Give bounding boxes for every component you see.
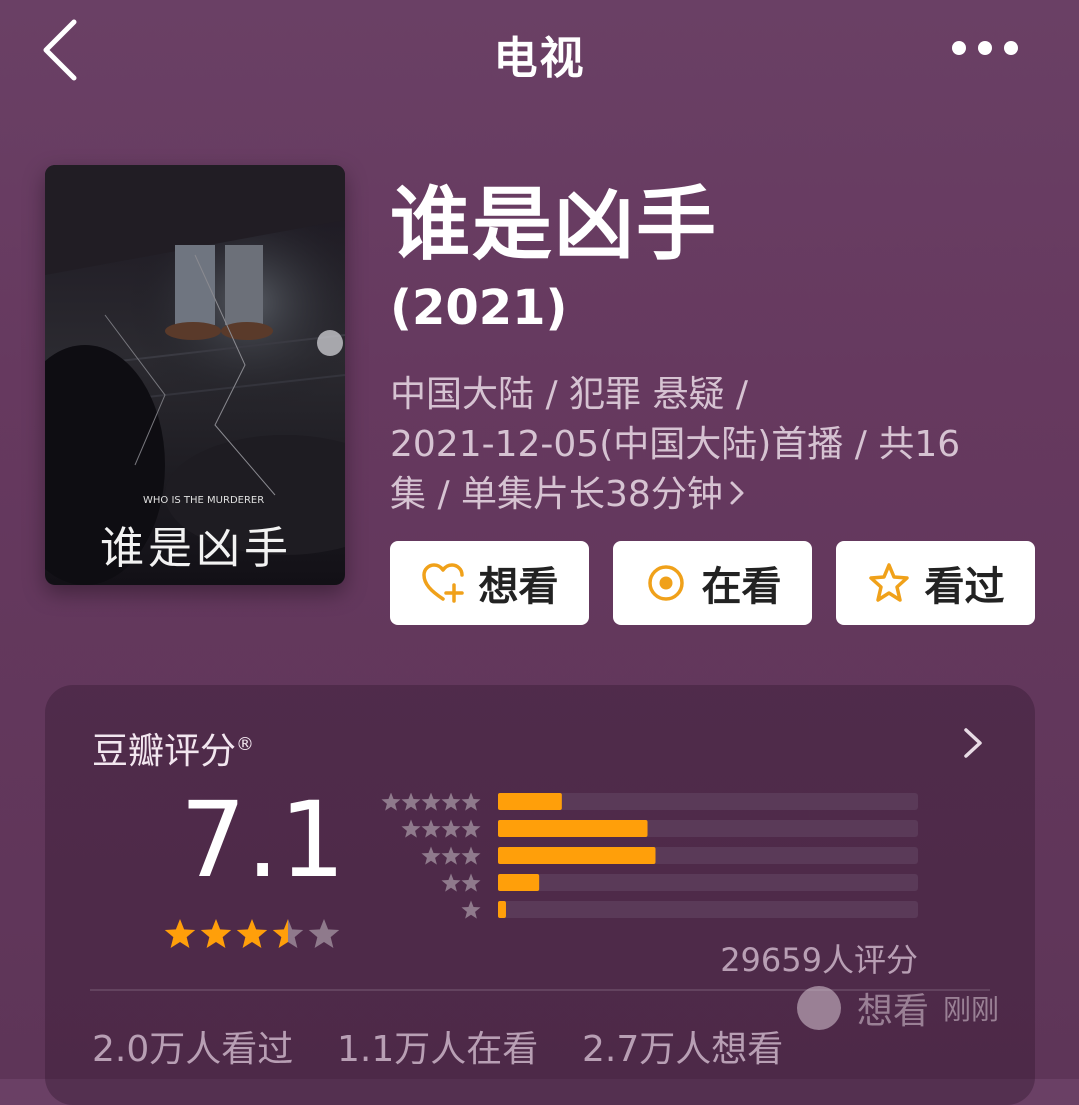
rating-title-text: 豆瓣评分: [92, 731, 237, 772]
rating-bar-4星: [498, 820, 648, 837]
row-star: [441, 793, 461, 811]
row-star: [461, 846, 481, 865]
chevron-right-icon[interactable]: [961, 725, 985, 761]
watching-label: 在看: [701, 564, 782, 610]
poster[interactable]: WHO IS THE MURDERER 谁是凶手: [45, 165, 345, 585]
toast-text: 想看: [857, 991, 930, 1032]
row-star: [461, 793, 481, 811]
want-to-watch-label: 想看: [478, 564, 559, 610]
poster-image: WHO IS THE MURDERER 谁是凶手: [45, 165, 345, 585]
row-star: [421, 819, 441, 838]
score-star: [200, 919, 232, 948]
meta-line: 集 / 单集片长38分钟: [390, 474, 723, 515]
rating-title: 豆瓣评分®: [92, 723, 254, 774]
target-icon: [647, 565, 684, 601]
rating-card[interactable]: 豆瓣评分® 7.1 29659人评分 2.0万人看过 1.1万人在看 2.7万人…: [45, 685, 1035, 1105]
movie-meta[interactable]: 中国大陆 / 犯罪 悬疑 / 2021-12-05(中国大陆)首播 / 共16 …: [390, 370, 1040, 520]
bar-track: [498, 874, 918, 891]
row-star: [461, 900, 481, 919]
row-star: [461, 873, 481, 892]
toast-time: 刚刚: [943, 993, 1000, 1026]
page-title: 电视: [493, 33, 586, 84]
row-star: [441, 846, 461, 865]
row-star: [461, 819, 481, 838]
row-star: [421, 846, 441, 865]
watching-button[interactable]: 在看: [613, 541, 812, 625]
row-star: [441, 819, 461, 838]
rating-count: 29659人评分: [720, 941, 918, 979]
watched-button[interactable]: 看过: [836, 541, 1035, 625]
top-bar: 电视: [0, 0, 1079, 100]
rating-bar-2星: [498, 874, 540, 891]
avatar: [797, 986, 841, 1030]
rating-bar-5星: [498, 793, 562, 810]
star-outline-icon: [868, 563, 909, 602]
row-star: [401, 793, 421, 811]
score-stars: [164, 919, 340, 948]
row-star: [441, 873, 461, 892]
watched-label: 看过: [924, 564, 1005, 610]
row-star: [421, 793, 441, 811]
rating-bar-1星: [498, 901, 506, 918]
row-star: [401, 819, 421, 838]
more-button[interactable]: [949, 38, 1021, 58]
rating-score: 7.1: [180, 779, 346, 901]
poster-tagline: WHO IS THE MURDERER: [143, 495, 264, 506]
meta-line-last: 集 / 单集片长38分钟: [390, 470, 1040, 520]
want-to-watch-button[interactable]: 想看: [390, 541, 589, 625]
movie-title: 谁是凶手: [390, 178, 718, 271]
movie-year: (2021): [390, 280, 568, 336]
rating-distribution-chart: [381, 793, 918, 919]
score-star: [236, 919, 268, 948]
want-count[interactable]: 2.7万人想看: [582, 1020, 783, 1072]
row-star: [381, 793, 401, 811]
bar-track: [498, 901, 918, 918]
more-icon: [952, 41, 1018, 55]
rating-bar-3星: [498, 847, 656, 864]
meta-line: 2021-12-05(中国大陆)首播 / 共16: [390, 424, 961, 465]
meta-line: 中国大陆 / 犯罪 悬疑 /: [390, 374, 749, 415]
chevron-right-icon: [729, 470, 745, 520]
heart-plus-icon: [421, 563, 464, 603]
score-star: [308, 919, 340, 948]
watching-count[interactable]: 1.1万人在看: [337, 1020, 538, 1072]
registered-mark: ®: [236, 734, 255, 755]
watched-count[interactable]: 2.0万人看过: [92, 1020, 293, 1072]
activity-toast: 想看 刚刚: [765, 980, 1045, 1036]
poster-title: 谁是凶手: [100, 523, 292, 574]
score-star: [164, 919, 196, 948]
score-star: [272, 919, 304, 948]
